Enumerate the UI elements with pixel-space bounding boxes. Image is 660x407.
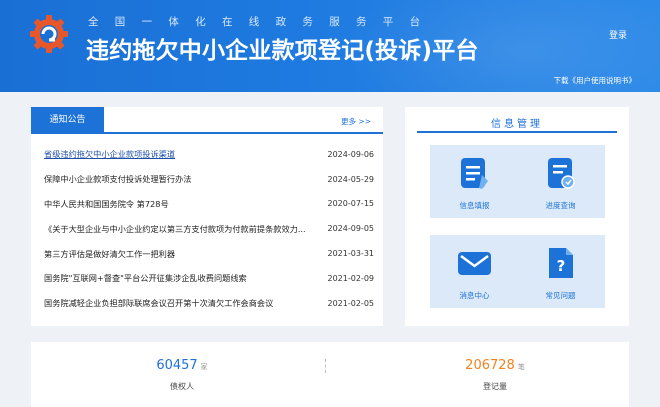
tile-label: 进度查询 bbox=[545, 201, 576, 210]
notice-date: 2021-02-05 bbox=[327, 298, 375, 308]
message-center-tile[interactable]: 消息中心 bbox=[430, 235, 519, 308]
tile-label: 常见问题 bbox=[545, 291, 576, 300]
document-edit-icon bbox=[461, 158, 488, 189]
registration-label: 登记量 bbox=[483, 382, 507, 391]
faq-tile[interactable]: ? 常见问题 bbox=[516, 235, 605, 308]
notice-title: 保障中小企业款项支付投诉处理暂行办法 bbox=[44, 174, 192, 185]
info-management-panel: 信息管理 信息填报 进度查询 消息中心 ? 常见问题 bbox=[405, 107, 629, 326]
svg-text:?: ? bbox=[557, 257, 566, 275]
notice-date: 2024-09-05 bbox=[327, 224, 375, 234]
list-item[interactable]: 《关于大型企业与中小企业约定以第三方支付款项为付款前提条款效力... 2024-0… bbox=[44, 216, 374, 241]
question-document-icon: ? bbox=[549, 248, 573, 278]
notice-title: 国务院减轻企业负担部际联席会议召开第十次清欠工作会商会议 bbox=[44, 298, 274, 309]
notice-title: 《关于大型企业与中小企业约定以第三方支付款项为付款前提条款效力... bbox=[44, 223, 306, 234]
creditor-stat: 60457 家 债权人 bbox=[102, 354, 262, 392]
notice-tabbar: 通知公告 更多 >> bbox=[31, 107, 383, 134]
notice-date: 2021-03-31 bbox=[327, 249, 375, 259]
platform-subtitle: 全国一体化在线政务服务平台 bbox=[88, 16, 437, 28]
list-item[interactable]: 国务院"互联网+督查"平台公开征集涉企乱收费问题线索 2021-02-09 bbox=[44, 266, 374, 291]
registration-count: 206728 bbox=[465, 358, 515, 373]
notice-list: 省级违约拖欠中小企业款项投诉渠道 2024-09-06 保障中小企业款项支付投诉处… bbox=[44, 142, 374, 316]
notice-title: 国务院"互联网+督查"平台公开征集涉企乱收费问题线索 bbox=[44, 273, 247, 284]
site-header: 全国一体化在线政务服务平台 违约拖欠中小企业款项登记(投诉)平台 登录 下载《用… bbox=[0, 0, 660, 92]
tile-label: 消息中心 bbox=[459, 291, 490, 300]
notice-panel: 通知公告 更多 >> 省级违约拖欠中小企业款项投诉渠道 2024-09-06 保障… bbox=[31, 107, 383, 326]
download-manual-link[interactable]: 下载《用户使用说明书》 bbox=[554, 75, 637, 86]
notice-title: 省级违约拖欠中小企业款项投诉渠道 bbox=[44, 149, 176, 160]
gear-logo-icon bbox=[30, 15, 68, 53]
more-link[interactable]: 更多 >> bbox=[341, 116, 371, 127]
title-underline bbox=[417, 131, 617, 133]
creditor-label: 债权人 bbox=[170, 382, 194, 391]
tile-label: 信息填报 bbox=[459, 201, 490, 210]
list-item[interactable]: 第三方评估是做好清欠工作一把利器 2021-03-31 bbox=[44, 241, 374, 266]
creditor-count: 60457 bbox=[156, 358, 198, 373]
info-report-tile[interactable]: 信息填报 bbox=[430, 145, 519, 218]
notice-title: 中华人民共和国国务院令 第728号 bbox=[44, 198, 169, 209]
registration-stat: 206728 笔 登记量 bbox=[415, 354, 575, 392]
list-item[interactable]: 国务院减轻企业负担部际联席会议召开第十次清欠工作会商会议 2021-02-05 bbox=[44, 291, 374, 316]
page-title: 违约拖欠中小企业款项登记(投诉)平台 bbox=[86, 38, 479, 64]
stats-bar: 60457 家 债权人 206728 笔 登记量 bbox=[31, 342, 629, 407]
envelope-icon bbox=[458, 252, 491, 275]
stats-divider bbox=[325, 359, 326, 373]
progress-query-icon bbox=[548, 158, 575, 189]
progress-query-tile[interactable]: 进度查询 bbox=[516, 145, 605, 218]
notice-date: 2024-09-06 bbox=[327, 149, 375, 159]
list-item[interactable]: 省级违约拖欠中小企业款项投诉渠道 2024-09-06 bbox=[44, 142, 374, 167]
notice-title: 第三方评估是做好清欠工作一把利器 bbox=[44, 248, 176, 259]
notice-date: 2024-05-29 bbox=[327, 174, 375, 184]
tab-notices[interactable]: 通知公告 bbox=[31, 107, 104, 134]
registration-unit: 笔 bbox=[517, 363, 525, 371]
list-item[interactable]: 中华人民共和国国务院令 第728号 2020-07-15 bbox=[44, 192, 374, 217]
info-panel-title: 信息管理 bbox=[491, 119, 543, 130]
login-button[interactable]: 登录 bbox=[609, 28, 627, 41]
notice-date: 2021-02-09 bbox=[327, 273, 375, 283]
creditor-unit: 家 bbox=[200, 363, 208, 371]
notice-date: 2020-07-15 bbox=[327, 199, 375, 209]
list-item[interactable]: 保障中小企业款项支付投诉处理暂行办法 2024-05-29 bbox=[44, 167, 374, 192]
